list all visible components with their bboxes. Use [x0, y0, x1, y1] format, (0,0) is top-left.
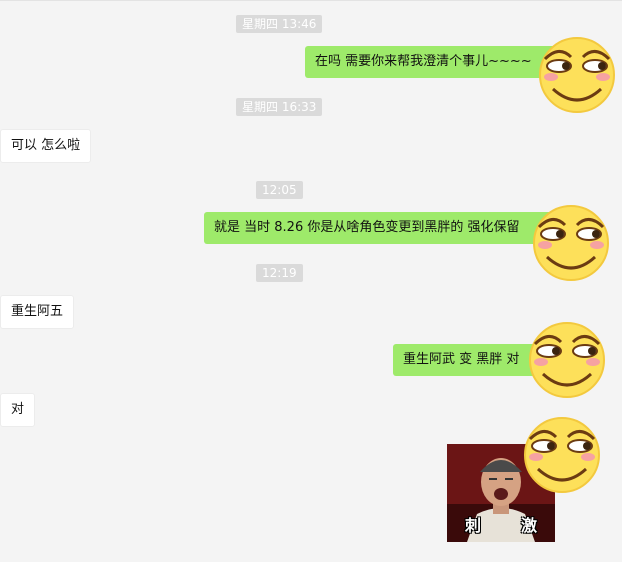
sticker-caption-right: 激	[521, 516, 538, 535]
timestamp: 12:05	[256, 181, 303, 199]
smirk-emoji-icon	[529, 322, 605, 398]
message-bubble-incoming[interactable]: 对	[0, 393, 36, 427]
smirk-emoji-icon	[539, 37, 615, 113]
message-bubble-incoming[interactable]: 重生阿五	[0, 295, 75, 329]
message-bubble-outgoing[interactable]: 在吗 需要你来帮我澄清个事儿~~~~	[305, 46, 563, 78]
top-divider	[0, 0, 622, 1]
message-bubble-incoming[interactable]: 可以 怎么啦	[0, 129, 92, 163]
message-bubble-outgoing[interactable]: 就是 当时 8.26 你是从啥角色变更到黑胖的 强化保留	[204, 212, 556, 244]
sticker-caption-left: 刺	[465, 516, 482, 535]
smirk-emoji-icon	[533, 205, 609, 281]
timestamp: 星期四 13:46	[236, 15, 323, 33]
message-bubble-outgoing[interactable]: 重生阿武 变 黑胖 对	[393, 344, 545, 376]
timestamp: 12:19	[256, 264, 303, 282]
timestamp: 星期四 16:33	[236, 98, 323, 116]
smirk-emoji-icon	[524, 417, 600, 493]
